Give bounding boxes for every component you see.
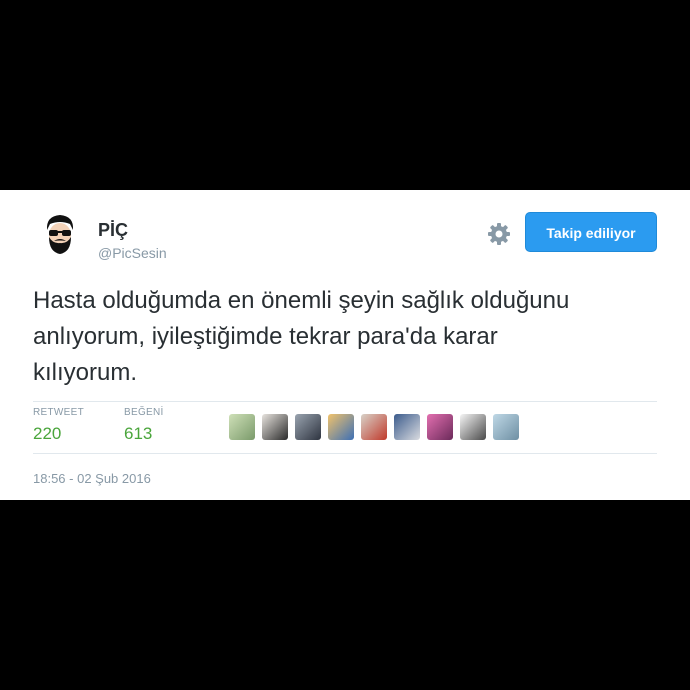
tweet-timestamp[interactable]: 18:56 - 02 Şub 2016 bbox=[33, 471, 151, 486]
liker-avatar[interactable] bbox=[328, 414, 354, 440]
author-name[interactable]: PİÇ bbox=[98, 220, 128, 241]
gear-icon[interactable] bbox=[487, 222, 511, 246]
retweet-count: 220 bbox=[33, 424, 62, 443]
like-stat[interactable]: BEĞENİ 613 bbox=[124, 407, 164, 444]
tweet-card: PİÇ @PicSesin Takip ediliyor Hasta olduğ… bbox=[0, 190, 690, 500]
liker-avatar[interactable] bbox=[361, 414, 387, 440]
liker-avatar[interactable] bbox=[493, 414, 519, 440]
liker-avatar[interactable] bbox=[295, 414, 321, 440]
like-count: 613 bbox=[124, 424, 153, 443]
like-label: BEĞENİ bbox=[124, 407, 164, 418]
retweet-label: RETWEET bbox=[33, 407, 84, 418]
author-avatar[interactable] bbox=[34, 210, 86, 262]
following-button[interactable]: Takip ediliyor bbox=[525, 212, 657, 252]
tweet-text: Hasta olduğumda en önemli şeyin sağlık o… bbox=[33, 287, 570, 386]
bearded-man-sunglasses-avatar-icon bbox=[46, 215, 74, 254]
liker-avatar[interactable] bbox=[262, 414, 288, 440]
retweet-stat[interactable]: RETWEET 220 bbox=[33, 407, 84, 444]
stats-top-divider bbox=[33, 401, 657, 402]
liker-avatar[interactable] bbox=[229, 414, 255, 440]
stats-bottom-divider bbox=[33, 453, 657, 454]
liker-avatar[interactable] bbox=[394, 414, 420, 440]
liker-avatar[interactable] bbox=[460, 414, 486, 440]
liker-avatar[interactable] bbox=[427, 414, 453, 440]
author-handle[interactable]: @PicSesin bbox=[98, 245, 167, 261]
